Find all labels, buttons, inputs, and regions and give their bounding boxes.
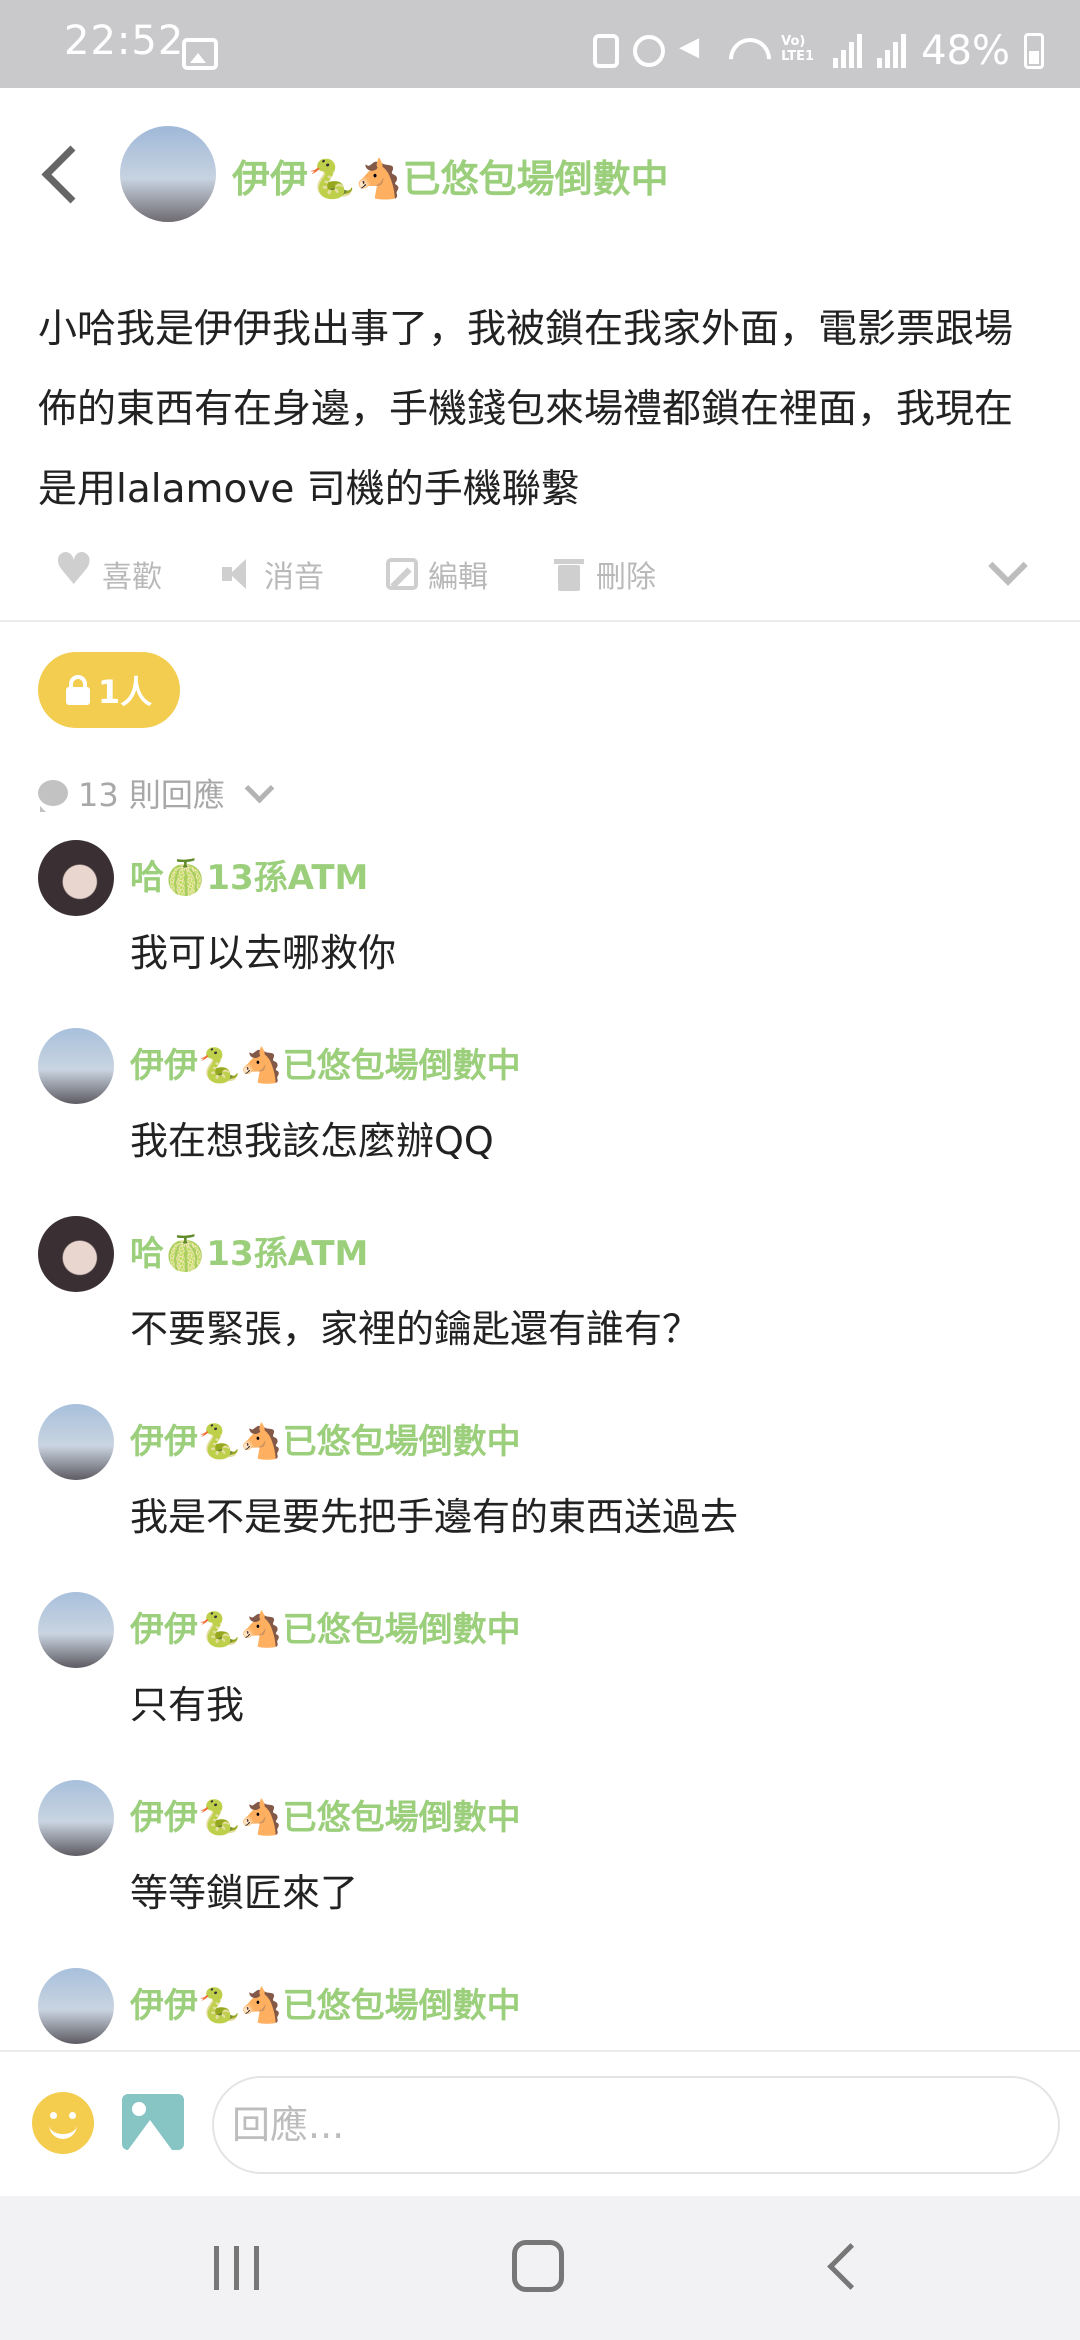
commenter-name[interactable]: 伊伊🐍🐴已悠包場倒數中	[130, 1978, 521, 2027]
commenter-name[interactable]: 哈🍈13孫ATM	[130, 1226, 368, 1275]
commenter-name[interactable]: 伊伊🐍🐴已悠包場倒數中	[130, 1414, 521, 1463]
comment-bubble-icon	[38, 780, 68, 812]
commenter-avatar[interactable]	[38, 1780, 114, 1856]
edit-label: 編輯	[428, 560, 488, 595]
heart-icon	[54, 544, 93, 595]
commenter-avatar[interactable]	[38, 1028, 114, 1104]
comment-item[interactable]: 哈🍈13孫ATM 不要緊張，家裡的鑰匙還有誰有？	[0, 1216, 1080, 1404]
mute-label: 消音	[264, 560, 324, 595]
commenter-avatar[interactable]	[38, 1404, 114, 1480]
reply-composer	[0, 2050, 1080, 2196]
reply-input[interactable]	[212, 2076, 1060, 2174]
divider	[0, 620, 1080, 622]
edit-icon	[386, 558, 418, 590]
back-arrow-icon[interactable]	[38, 144, 86, 208]
battery-percent: 48%	[921, 28, 1010, 74]
signal-roaming-icon	[877, 34, 907, 68]
status-bar: 22:52 Vo) LTE1 48%	[0, 0, 1080, 88]
commenter-name[interactable]: 哈🍈13孫ATM	[130, 850, 368, 899]
commenter-avatar[interactable]	[38, 1592, 114, 1668]
comment-item[interactable]: 伊伊🐍🐴已悠包場倒數中 我在想我該怎麼辦QQ	[0, 1028, 1080, 1216]
volte-icon: Vo) LTE1	[781, 34, 815, 64]
trash-icon	[552, 557, 586, 591]
battery-icon	[1024, 33, 1044, 69]
edit-button[interactable]: 編輯	[386, 552, 488, 596]
comment-text: 等等鎖匠來了	[130, 1871, 359, 1915]
commenter-avatar[interactable]	[38, 1216, 114, 1292]
home-icon[interactable]	[512, 2240, 564, 2292]
recent-apps-icon[interactable]	[214, 2246, 260, 2290]
comment-item[interactable]: 伊伊🐍🐴已悠包場倒數中 只有我	[0, 1592, 1080, 1780]
reply-count-toggle[interactable]: 13 則回應	[38, 770, 273, 816]
gallery-notification-icon	[182, 38, 218, 70]
delete-button[interactable]: 刪除	[552, 552, 656, 596]
status-time: 22:52	[64, 18, 185, 64]
post-content: 小哈我是伊伊我出事了，我被鎖在我家外面，電影票跟場佈的東西有在身邊，手機錢包來場…	[38, 307, 1014, 512]
emoji-smile-icon[interactable]	[32, 2092, 94, 2154]
mute-button[interactable]: 消音	[220, 552, 324, 596]
image-picker-icon[interactable]	[122, 2094, 184, 2150]
post-header: 伊伊🐍🐴已悠包場倒數中	[0, 88, 1080, 258]
commenter-avatar[interactable]	[38, 1968, 114, 2044]
privacy-badge-label: 1人	[97, 673, 153, 711]
status-icons: Vo) LTE1 48%	[593, 28, 1044, 74]
privacy-badge[interactable]: 1人	[38, 652, 180, 728]
chevron-down-icon	[243, 780, 273, 806]
commenter-name[interactable]: 伊伊🐍🐴已悠包場倒數中	[130, 1790, 521, 1839]
post-actions: 喜歡 消音 編輯 刪除	[54, 544, 1046, 606]
comment-text: 我在想我該怎麼辦QQ	[130, 1119, 494, 1163]
comment-item[interactable]: 哈🍈13孫ATM 我可以去哪救你	[0, 840, 1080, 1028]
comment-item[interactable]: 伊伊🐍🐴已悠包場倒數中 等等鎖匠來了	[0, 1780, 1080, 1968]
like-label: 喜歡	[102, 560, 162, 595]
comment-text: 我可以去哪救你	[130, 931, 397, 975]
lock-icon	[65, 675, 90, 705]
mute-icon	[679, 32, 713, 68]
reply-count-label: 13 則回應	[78, 776, 225, 814]
system-nav-bar	[0, 2196, 1080, 2340]
commenter-name[interactable]: 伊伊🐍🐴已悠包場倒數中	[130, 1602, 521, 1651]
alarm-icon	[633, 35, 666, 67]
comment-text: 不要緊張，家裡的鑰匙還有誰有？	[130, 1307, 701, 1351]
like-button[interactable]: 喜歡	[54, 544, 162, 596]
author-avatar[interactable]	[120, 126, 216, 222]
commenter-avatar[interactable]	[38, 840, 114, 916]
chevron-down-icon[interactable]	[986, 552, 1026, 592]
author-name[interactable]: 伊伊🐍🐴已悠包場倒數中	[232, 148, 669, 203]
comment-text: 只有我	[130, 1683, 245, 1727]
signal-icon	[833, 34, 863, 68]
delete-label: 刪除	[596, 560, 656, 595]
comment-item[interactable]: 伊伊🐍🐴已悠包場倒數中 我是不是要先把手邊有的東西送過去	[0, 1404, 1080, 1592]
commenter-name[interactable]: 伊伊🐍🐴已悠包場倒數中	[130, 1038, 521, 1087]
wifi-icon	[727, 34, 767, 68]
nfc-icon	[593, 34, 620, 68]
nav-back-icon[interactable]	[820, 2244, 860, 2292]
speaker-mute-icon	[220, 557, 254, 591]
comment-text: 我是不是要先把手邊有的東西送過去	[130, 1495, 739, 1539]
